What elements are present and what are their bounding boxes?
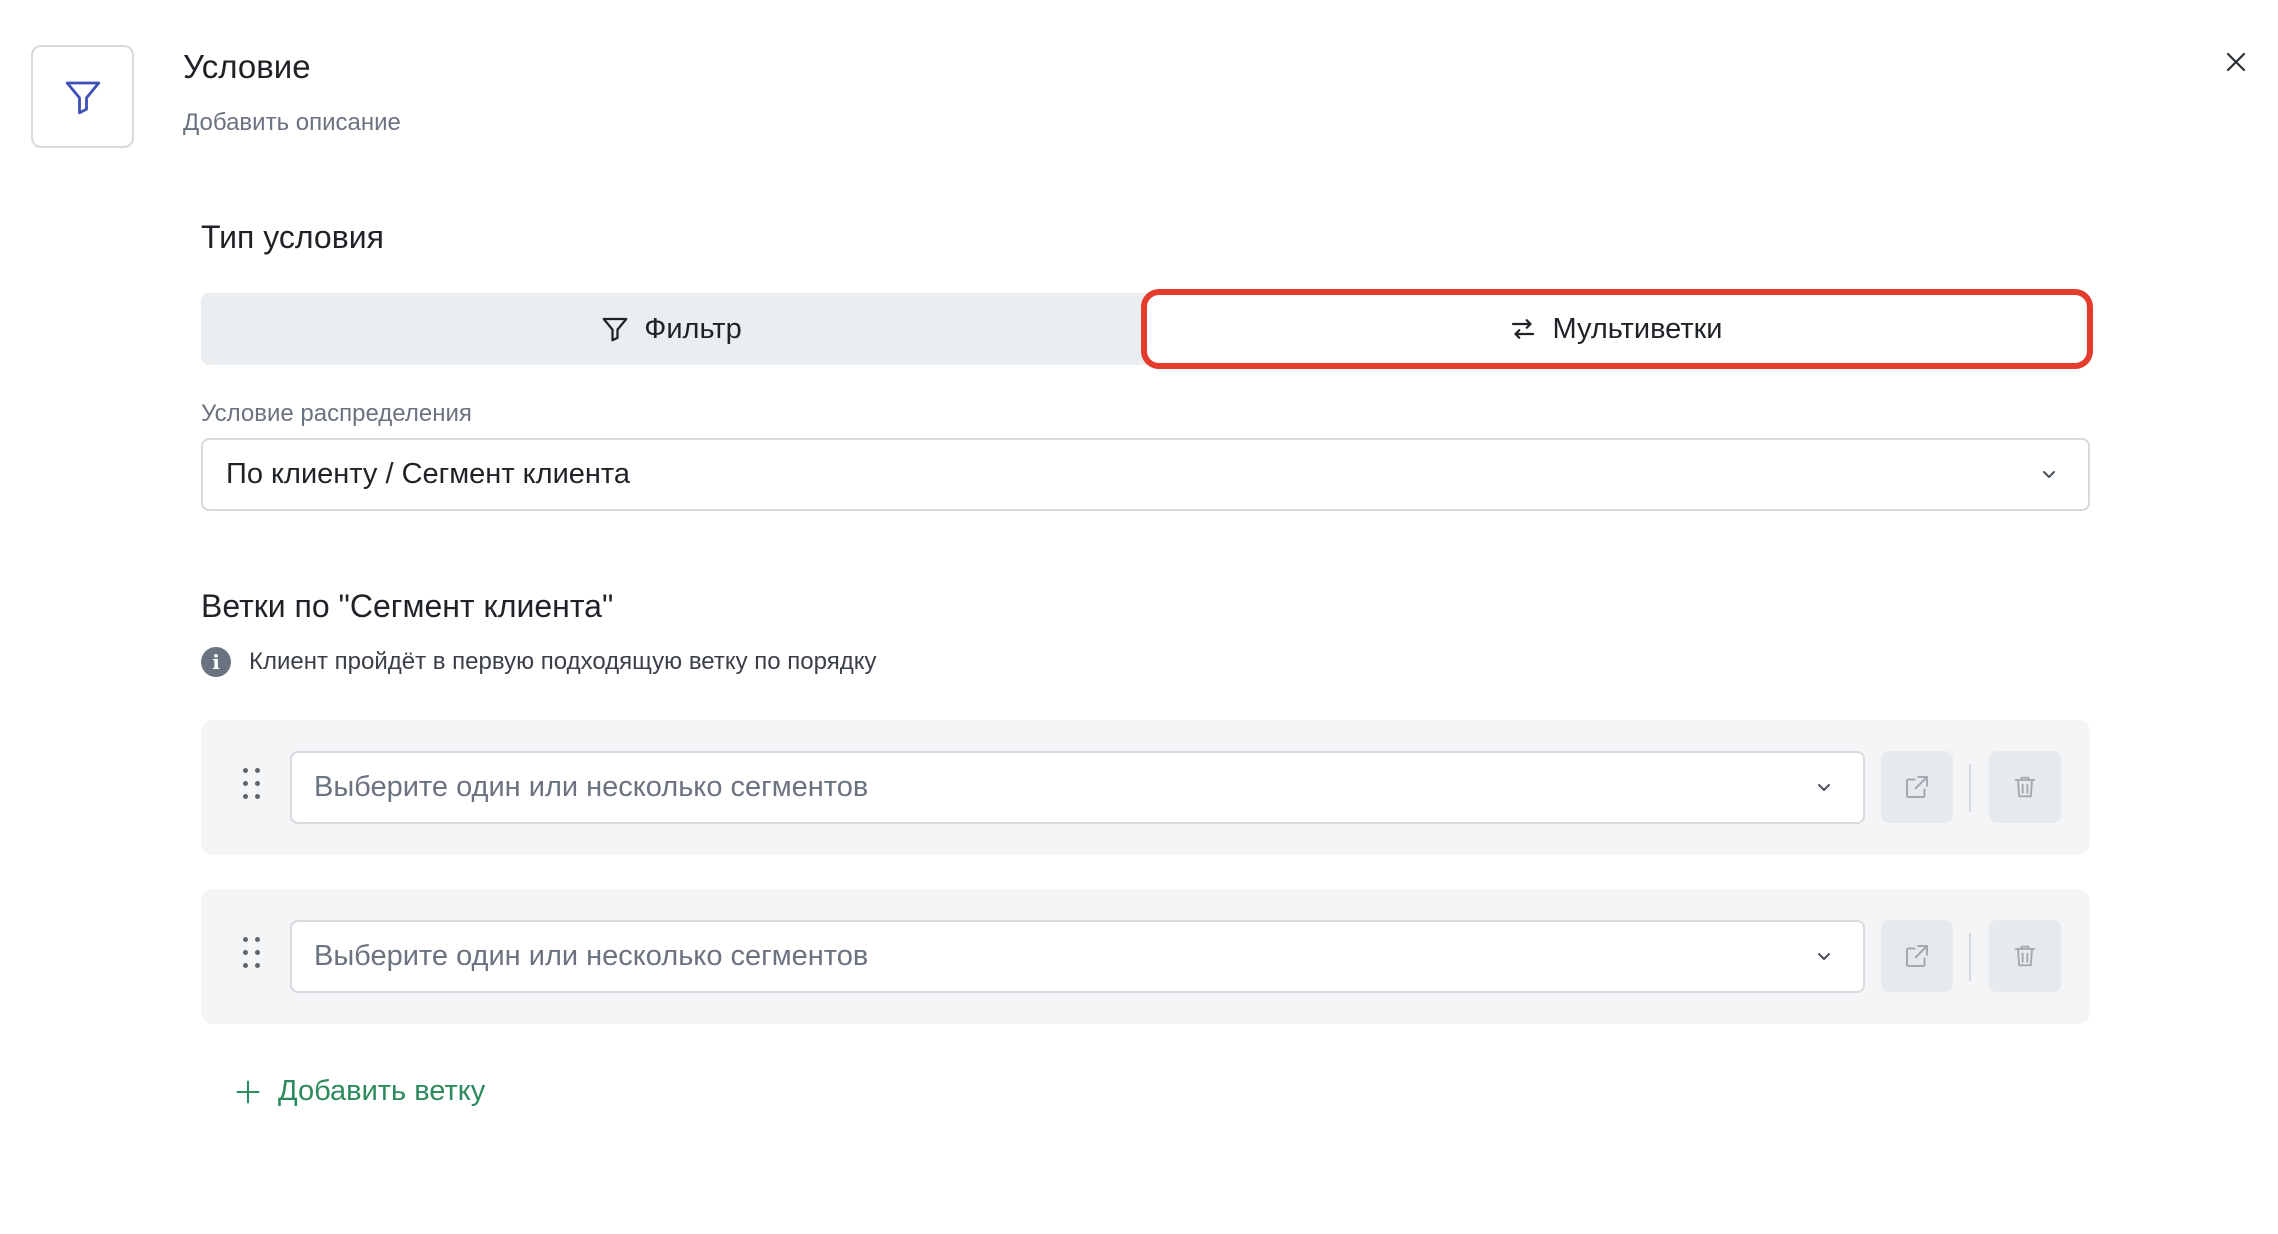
divider	[1969, 764, 1971, 812]
split-arrows-icon	[1512, 319, 1535, 339]
divider	[1969, 933, 1971, 981]
branch-row: Выберите один или несколько сегментов	[201, 720, 2090, 855]
open-segment-button[interactable]	[1881, 920, 1953, 992]
branches-title: Ветки по "Сегмент клиента"	[201, 588, 614, 624]
tab-filter-label: Фильтр	[644, 312, 742, 345]
drag-handle-icon[interactable]	[243, 937, 261, 969]
chevron-down-icon	[1818, 784, 1830, 791]
delete-branch-button[interactable]	[1989, 920, 2061, 992]
chevron-down-icon	[2043, 471, 2055, 478]
delete-branch-button[interactable]	[1989, 751, 2061, 823]
tab-filter[interactable]: Фильтр	[201, 293, 1141, 365]
distribution-label: Условие распределения	[201, 400, 472, 427]
add-description-link[interactable]: Добавить описание	[183, 109, 401, 137]
open-segment-button[interactable]	[1881, 751, 1953, 823]
close-button[interactable]	[2216, 42, 2256, 82]
close-icon	[2226, 52, 2246, 72]
segment-select-placeholder: Выберите один или несколько сегментов	[314, 771, 869, 803]
condition-panel: Условие Добавить описание Тип условия Фи…	[0, 0, 2278, 1234]
external-link-icon	[1906, 776, 1928, 798]
add-branch-button[interactable]: Добавить ветку	[234, 1075, 485, 1108]
filter-icon	[602, 317, 628, 342]
external-link-icon	[1906, 945, 1928, 967]
branches-info-text: Клиент пройдёт в первую подходящую ветку…	[249, 648, 877, 675]
drag-handle-icon[interactable]	[243, 768, 261, 800]
trash-icon	[2014, 945, 2036, 967]
condition-type-title: Тип условия	[201, 219, 384, 255]
plus-icon	[236, 1079, 260, 1104]
distribution-select[interactable]: По клиенту / Сегмент клиента	[201, 438, 2090, 511]
segment-select[interactable]: Выберите один или несколько сегментов	[290, 920, 1865, 993]
filter-icon	[31, 45, 134, 148]
chevron-down-icon	[1818, 953, 1830, 960]
branch-row: Выберите один или несколько сегментов	[201, 889, 2090, 1024]
segment-select[interactable]: Выберите один или несколько сегментов	[290, 751, 1865, 824]
tab-multibranch[interactable]: Мультиветки	[1145, 293, 2086, 365]
segment-select-placeholder: Выберите один или несколько сегментов	[314, 940, 869, 972]
condition-type-switch: Фильтр Мультиветки	[201, 293, 2090, 365]
info-icon: i	[201, 647, 231, 677]
distribution-value: По клиенту / Сегмент клиента	[226, 458, 631, 490]
panel-title: Условие	[183, 48, 311, 85]
tab-multibranch-label: Мультиветки	[1552, 312, 1723, 345]
trash-icon	[2014, 776, 2036, 798]
branches-info: i Клиент пройдёт в первую подходящую вет…	[201, 647, 876, 677]
add-branch-label: Добавить ветку	[278, 1075, 486, 1107]
